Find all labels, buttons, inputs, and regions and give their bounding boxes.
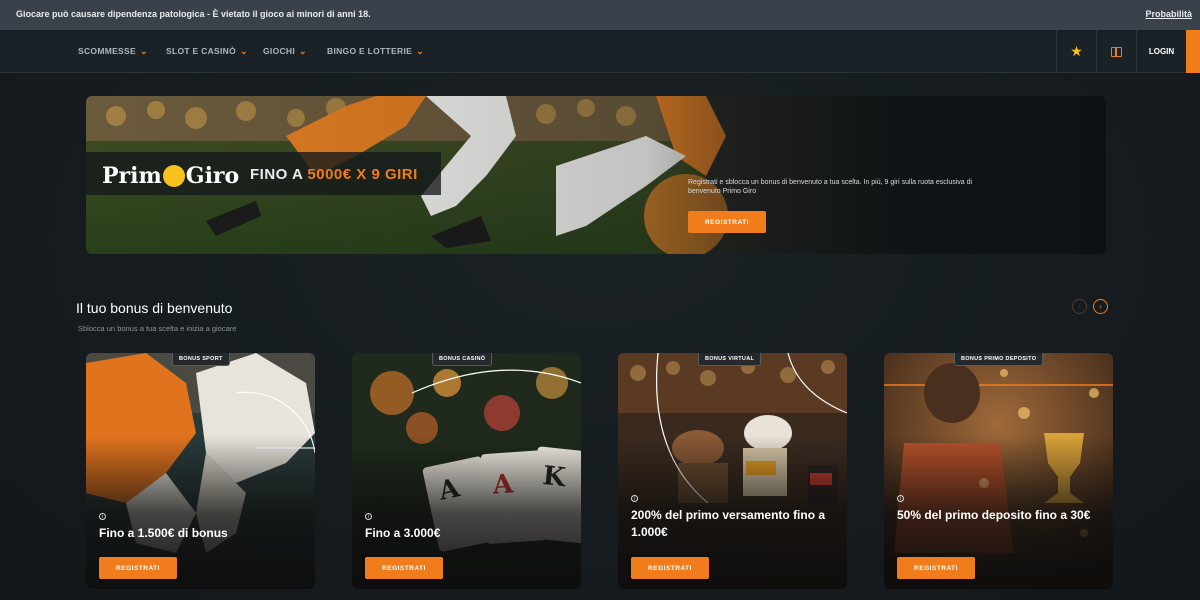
card-register-button[interactable]: REGISTRATI bbox=[897, 557, 975, 579]
chevron-right-icon: › bbox=[1099, 301, 1102, 311]
chevron-down-icon: ⌄ bbox=[139, 46, 148, 56]
hero-banner: Prim Giro FINO A 5000€ X 9 GIRI Registrat… bbox=[86, 96, 1106, 254]
card-tag: BONUS PRIMO DEPOSITO bbox=[954, 353, 1044, 366]
logo-text-primo: Prim bbox=[102, 163, 162, 189]
section-subtitle: Sblocca un bonus a tua scelta e inizia a… bbox=[78, 324, 237, 333]
login-label: LOGIN bbox=[1148, 47, 1175, 56]
info-icon[interactable]: i bbox=[631, 495, 638, 502]
gift-icon bbox=[1111, 46, 1122, 57]
card-title: 200% del primo versamento fino a 1.000€ bbox=[631, 508, 826, 539]
register-tab[interactable] bbox=[1186, 30, 1200, 73]
card-tag: BONUS SPORT bbox=[172, 353, 230, 366]
carousel-next-button[interactable]: › bbox=[1093, 299, 1108, 314]
nav-item-bingo-lotterie[interactable]: BINGO E LOTTERIE ⌄ bbox=[327, 46, 424, 57]
card-title: 50% del primo deposito fino a 30€ bbox=[897, 508, 1091, 522]
logo-text-giro: Giro bbox=[185, 163, 240, 189]
primo-giro-logo: Prim Giro bbox=[102, 163, 239, 189]
hero-description: Registrati e sblocca un bonus di benvenu… bbox=[688, 179, 973, 195]
bonus-card-virtual[interactable]: BONUS VIRTUAL i 200% del primo versament… bbox=[618, 353, 847, 589]
card-tag: BONUS CASINÒ bbox=[432, 353, 493, 366]
card-shade bbox=[618, 353, 847, 589]
headline-highlight: 5000€ X 9 GIRI bbox=[307, 166, 418, 183]
probability-link[interactable]: Probabilità bbox=[1145, 9, 1192, 19]
disclaimer-text: Giocare può causare dipendenza patologic… bbox=[16, 9, 371, 19]
info-icon[interactable]: i bbox=[99, 513, 106, 520]
nav-item-label: BINGO E LOTTERIE bbox=[327, 46, 413, 56]
info-icon[interactable]: i bbox=[365, 513, 372, 520]
nav-item-label: SCOMMESSE bbox=[78, 46, 136, 56]
nav-item-label: GIOCHI bbox=[263, 46, 296, 56]
nav-item-label: SLOT E CASINÒ bbox=[166, 46, 237, 56]
card-register-button[interactable]: REGISTRATI bbox=[99, 557, 177, 579]
nav-item-scommesse[interactable]: SCOMMESSE ⌄ bbox=[78, 46, 148, 57]
nav-item-slot-casino[interactable]: SLOT E CASINÒ ⌄ bbox=[166, 46, 248, 57]
headline-prefix: FINO A bbox=[250, 166, 308, 183]
wheel-icon bbox=[162, 165, 185, 187]
disclaimer-bar: Giocare può causare dipendenza patologic… bbox=[0, 0, 1200, 30]
card-title: Fino a 1.500€ di bonus bbox=[99, 526, 228, 540]
hero-headline: FINO A 5000€ X 9 GIRI bbox=[250, 166, 418, 183]
card-shade bbox=[86, 353, 315, 589]
card-title: Fino a 3.000€ bbox=[365, 526, 441, 540]
bonus-card-sport[interactable]: BONUS SPORT i Fino a 1.500€ di bonus REG… bbox=[86, 353, 315, 589]
section-title: Il tuo bonus di benvenuto bbox=[76, 300, 233, 316]
card-shade bbox=[352, 353, 581, 589]
main-navbar: SCOMMESSE ⌄ SLOT E CASINÒ ⌄ GIOCHI ⌄ BINGO … bbox=[0, 30, 1200, 73]
hero-register-button[interactable]: REGISTRATI bbox=[688, 211, 766, 233]
chevron-down-icon: ⌄ bbox=[416, 46, 424, 56]
carousel-prev-button[interactable]: ‹ bbox=[1072, 299, 1087, 314]
star-icon: ★ bbox=[1070, 43, 1083, 59]
bonus-card-casino[interactable]: A A K BONUS CASINÒ i Fino a 3.000€ REGIS… bbox=[352, 353, 581, 589]
card-shade bbox=[884, 353, 1113, 589]
info-icon[interactable]: i bbox=[897, 495, 904, 502]
card-tag: BONUS VIRTUAL bbox=[698, 353, 762, 366]
card-register-button[interactable]: REGISTRATI bbox=[365, 557, 443, 579]
chevron-down-icon: ⌄ bbox=[299, 46, 307, 56]
favorites-button[interactable]: ★ bbox=[1056, 30, 1096, 73]
bonus-card-primo-deposito[interactable]: BONUS PRIMO DEPOSITO i 50% del primo dep… bbox=[884, 353, 1113, 589]
login-button[interactable]: LOGIN bbox=[1136, 30, 1186, 73]
chevron-left-icon: ‹ bbox=[1078, 301, 1081, 311]
chevron-down-icon: ⌄ bbox=[240, 46, 248, 56]
promotions-button[interactable] bbox=[1096, 30, 1136, 73]
card-register-button[interactable]: REGISTRATI bbox=[631, 557, 709, 579]
nav-item-giochi[interactable]: GIOCHI ⌄ bbox=[263, 46, 307, 57]
